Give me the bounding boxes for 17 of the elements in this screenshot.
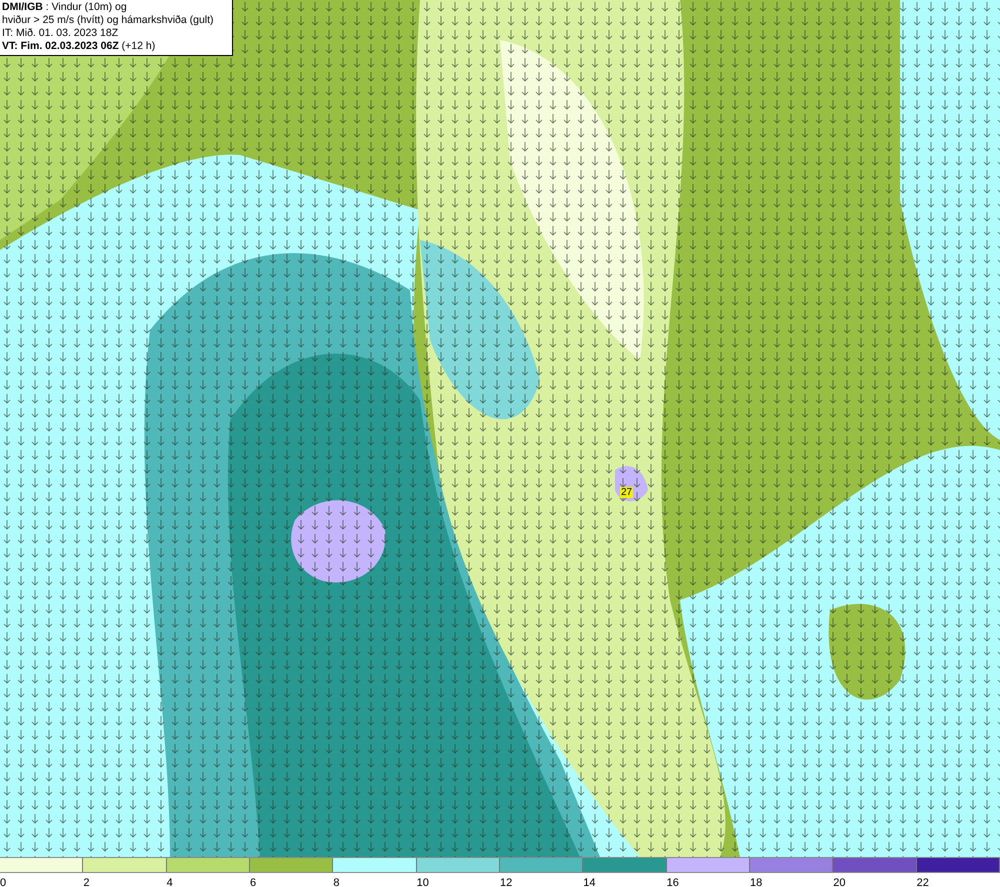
legend-tick-label: 22 xyxy=(916,877,929,887)
legend-tick-label: 12 xyxy=(500,877,512,887)
gust-label: 27 xyxy=(620,487,634,498)
legend-tick-label: 14 xyxy=(583,877,596,887)
legend-tick-label: 10 xyxy=(416,877,429,887)
legend-tick-label: 6 xyxy=(250,877,256,887)
legend-tick-label: 18 xyxy=(750,877,762,887)
legend-tick-label: 4 xyxy=(166,877,173,887)
legend-tick-label: 8 xyxy=(333,877,340,887)
legend-tick-label: 16 xyxy=(666,877,679,887)
header-line: VT: Fim. 02.03.2023 06Z (+12 h) xyxy=(2,40,156,53)
header-line: IT: Mið. 01. 03. 2023 18Z xyxy=(2,27,118,40)
legend-tick-label: 20 xyxy=(833,877,846,887)
legend-tick-label: 2 xyxy=(83,877,90,887)
header-line: DMI/IGB : Vindur (10m) og xyxy=(2,1,127,14)
header-line: hviður > 25 m/s (hvítt) og hámarkshviða (gult) xyxy=(2,14,214,27)
legend-tick-label: 0 xyxy=(0,877,6,887)
